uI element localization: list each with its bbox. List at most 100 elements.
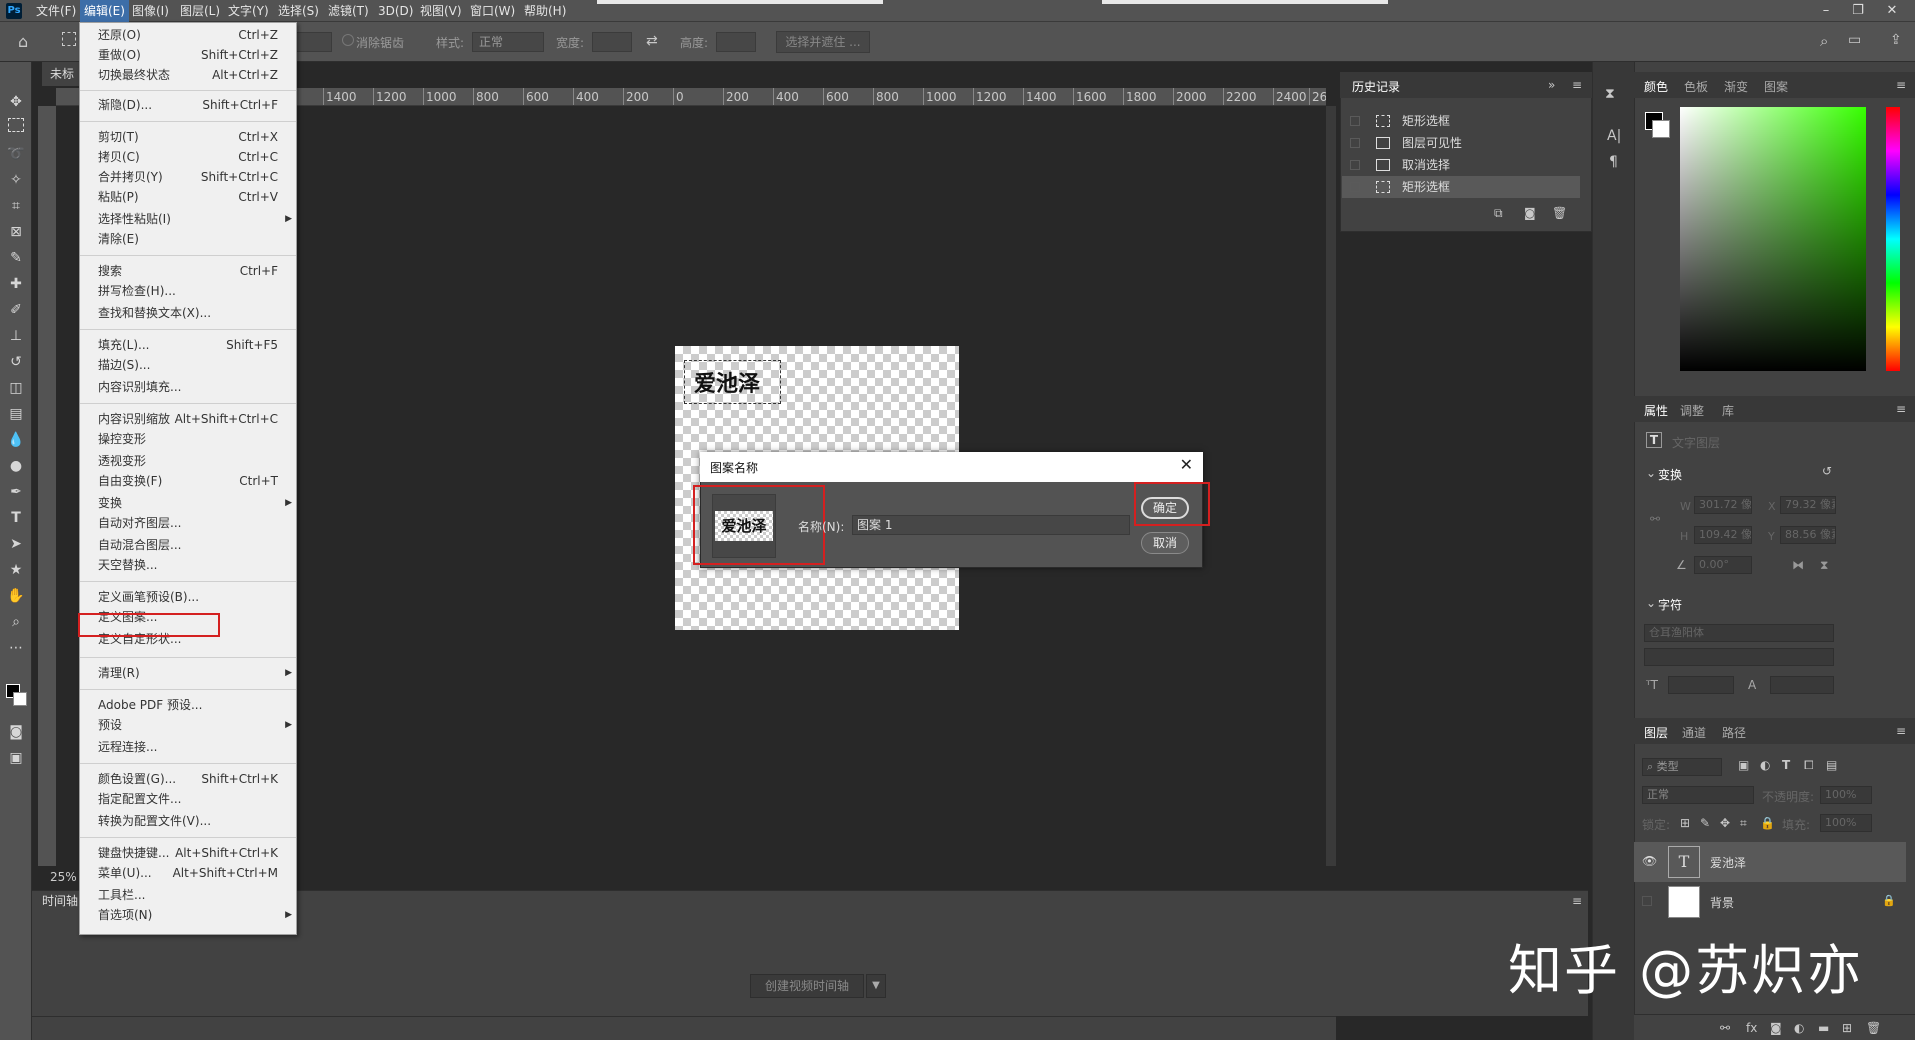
history-tab[interactable]: 历史记录 [1352, 78, 1400, 95]
filter-shape-icon[interactable]: ⧠ [1804, 758, 1814, 773]
menu-item[interactable]: 首选项(N) ▶ [80, 905, 296, 926]
link-layers-icon[interactable]: ⚯ [1720, 1021, 1730, 1035]
share-icon[interactable]: ⇪ [1890, 32, 1902, 48]
menu-item[interactable]: 剪切(T) Ctrl+X [80, 127, 296, 148]
menu-view[interactable]: 视图(V) [416, 0, 466, 22]
menu-item[interactable]: 自动混合图层... [80, 535, 296, 556]
anti-alias-checkbox[interactable] [342, 34, 354, 46]
fill-field[interactable]: 100% [1820, 814, 1872, 832]
timeline-menu-icon[interactable]: ≡ [1572, 894, 1582, 908]
hand-tool-icon[interactable]: ✋ [6, 586, 26, 606]
vertical-scrollbar[interactable] [1326, 106, 1336, 866]
brush-tool-icon[interactable]: ✐ [6, 300, 26, 320]
menu-item[interactable]: 粘贴(P) Ctrl+V [80, 187, 296, 208]
menu-edit[interactable]: 编辑(E) [80, 0, 129, 22]
new-group-icon[interactable]: ▬ [1818, 1021, 1829, 1035]
tab-adjustments[interactable]: 调整 [1680, 402, 1704, 419]
menu-item[interactable]: 搜索 Ctrl+F [80, 261, 296, 282]
lasso-tool-icon[interactable]: ➰ [6, 144, 26, 164]
filter-smart-object-icon[interactable]: ▤ [1826, 758, 1837, 772]
visibility-toggle[interactable] [1642, 896, 1652, 906]
path-selection-tool-icon[interactable]: ➤ [6, 534, 26, 554]
frame-tool-icon[interactable]: ⊠ [6, 222, 26, 242]
lock-transparent-icon[interactable]: ⊞ [1680, 816, 1690, 830]
eye-icon[interactable]: 👁 [1642, 854, 1657, 868]
tab-channels[interactable]: 通道 [1682, 724, 1706, 741]
timeline-tab[interactable]: 时间轴 [42, 892, 78, 909]
menu-item[interactable]: 内容识别缩放 Alt+Shift+Ctrl+C [80, 409, 296, 430]
panel-menu-icon[interactable]: ≡ [1572, 78, 1582, 92]
history-panel-icon[interactable]: ⧗ [1605, 86, 1615, 102]
filter-pixel-icon[interactable]: ▣ [1738, 758, 1749, 772]
menu-item[interactable]: 重做(O) Shift+Ctrl+Z [80, 45, 296, 66]
filter-type-icon[interactable]: T [1782, 758, 1790, 772]
menu-item[interactable]: 操控变形 [80, 429, 296, 450]
panel-menu-icon[interactable]: ≡ [1896, 724, 1906, 738]
menu-item[interactable]: 自由变换(F) Ctrl+T [80, 471, 296, 492]
paragraph-panel-icon[interactable]: ¶ [1609, 154, 1618, 170]
layer-filter-select[interactable]: ⌕ 类型 [1642, 758, 1722, 776]
history-checkbox[interactable] [1350, 160, 1360, 170]
tab-patterns[interactable]: 图案 [1764, 78, 1788, 95]
menu-item[interactable]: 转换为配置文件(V)... [80, 811, 296, 832]
gradient-tool-icon[interactable]: ▤ [6, 404, 26, 424]
layer-row-background[interactable]: 背景 🔒 [1634, 882, 1906, 922]
width-field[interactable]: 301.72 像 [1694, 496, 1752, 514]
history-checkbox[interactable] [1350, 116, 1360, 126]
flip-horizontal-icon[interactable]: ⧓ [1792, 558, 1804, 572]
menu-item[interactable]: 透视变形 [80, 451, 296, 472]
menu-item[interactable]: Adobe PDF 预设... [80, 695, 296, 716]
lock-pixels-icon[interactable]: ✎ [1700, 816, 1710, 830]
menu-item[interactable]: 颜色设置(G)... Shift+Ctrl+K [80, 769, 296, 790]
add-mask-icon[interactable]: ◙ [1770, 1021, 1782, 1035]
eraser-tool-icon[interactable]: ◫ [6, 378, 26, 398]
hue-slider[interactable] [1886, 107, 1900, 371]
trash-icon[interactable]: 🗑 [1552, 206, 1567, 220]
menu-item[interactable]: 内容识别填充... [80, 377, 296, 398]
filter-adjustment-icon[interactable]: ◐ [1760, 758, 1770, 772]
blur-tool-icon[interactable]: 💧 [6, 430, 26, 450]
height-field[interactable]: 109.42 像 [1694, 526, 1752, 544]
chevron-down-icon[interactable]: ⌄ [1646, 466, 1656, 480]
link-icon[interactable]: ⚯ [1650, 512, 1660, 526]
history-item[interactable]: 矩形选框 [1342, 176, 1580, 198]
chevron-down-icon[interactable]: ⌄ [1646, 596, 1656, 610]
panel-menu-icon[interactable]: ≡ [1896, 78, 1906, 92]
menu-item[interactable]: 指定配置文件... [80, 789, 296, 810]
panel-menu-icon[interactable]: ≡ [1896, 402, 1906, 416]
character-panel-icon[interactable]: A| [1607, 128, 1621, 144]
move-tool-icon[interactable]: ✥ [6, 92, 26, 112]
swap-icon[interactable]: ⇄ [646, 33, 658, 49]
lock-position-icon[interactable]: ✥ [1720, 816, 1730, 830]
menu-item[interactable]: 清理(R) ▶ [80, 663, 296, 684]
menu-item[interactable]: 选择性粘贴(I) ▶ [80, 209, 296, 230]
minimize-icon[interactable]: – [1812, 0, 1840, 22]
menu-item[interactable]: 变换 ▶ [80, 493, 296, 514]
y-field[interactable]: 88.56 像素 [1780, 526, 1836, 544]
shape-tool-icon[interactable]: ★ [6, 560, 26, 580]
menu-item[interactable]: 切换最终状态 Alt+Ctrl+Z [80, 65, 296, 86]
menu-item[interactable]: 拷贝(C) Ctrl+C [80, 147, 296, 168]
menu-item[interactable]: 渐隐(D)... Shift+Ctrl+F [80, 95, 296, 116]
font-size-field[interactable] [1668, 676, 1734, 694]
menu-item[interactable]: 定义画笔预设(B)... [80, 587, 296, 608]
magic-wand-tool-icon[interactable]: ✧ [6, 170, 26, 190]
restore-icon[interactable]: ❐ [1844, 0, 1872, 22]
menu-layer[interactable]: 图层(L) [176, 0, 224, 22]
menu-select[interactable]: 选择(S) [274, 0, 323, 22]
pattern-name-input[interactable]: 图案 1 [852, 515, 1130, 535]
type-tool-icon[interactable]: T [6, 508, 26, 528]
healing-brush-tool-icon[interactable]: ✚ [6, 274, 26, 294]
font-style-select[interactable] [1644, 648, 1834, 666]
stamp-tool-icon[interactable]: ⊥ [6, 326, 26, 346]
chevron-down-icon[interactable]: ▼ [866, 974, 886, 998]
menu-window[interactable]: 窗口(W) [466, 0, 519, 22]
menu-item[interactable]: 描边(S)... [80, 355, 296, 376]
screen-mode-icon[interactable]: ▣ [6, 748, 26, 768]
menu-item[interactable]: 合并拷贝(Y) Shift+Ctrl+C [80, 167, 296, 188]
eyedropper-tool-icon[interactable]: ✎ [6, 248, 26, 268]
menu-item[interactable]: 还原(O) Ctrl+Z [80, 25, 296, 46]
feather-input[interactable] [296, 32, 332, 52]
menu-item[interactable]: 远程连接... [80, 737, 296, 758]
pen-tool-icon[interactable]: ✒ [6, 482, 26, 502]
